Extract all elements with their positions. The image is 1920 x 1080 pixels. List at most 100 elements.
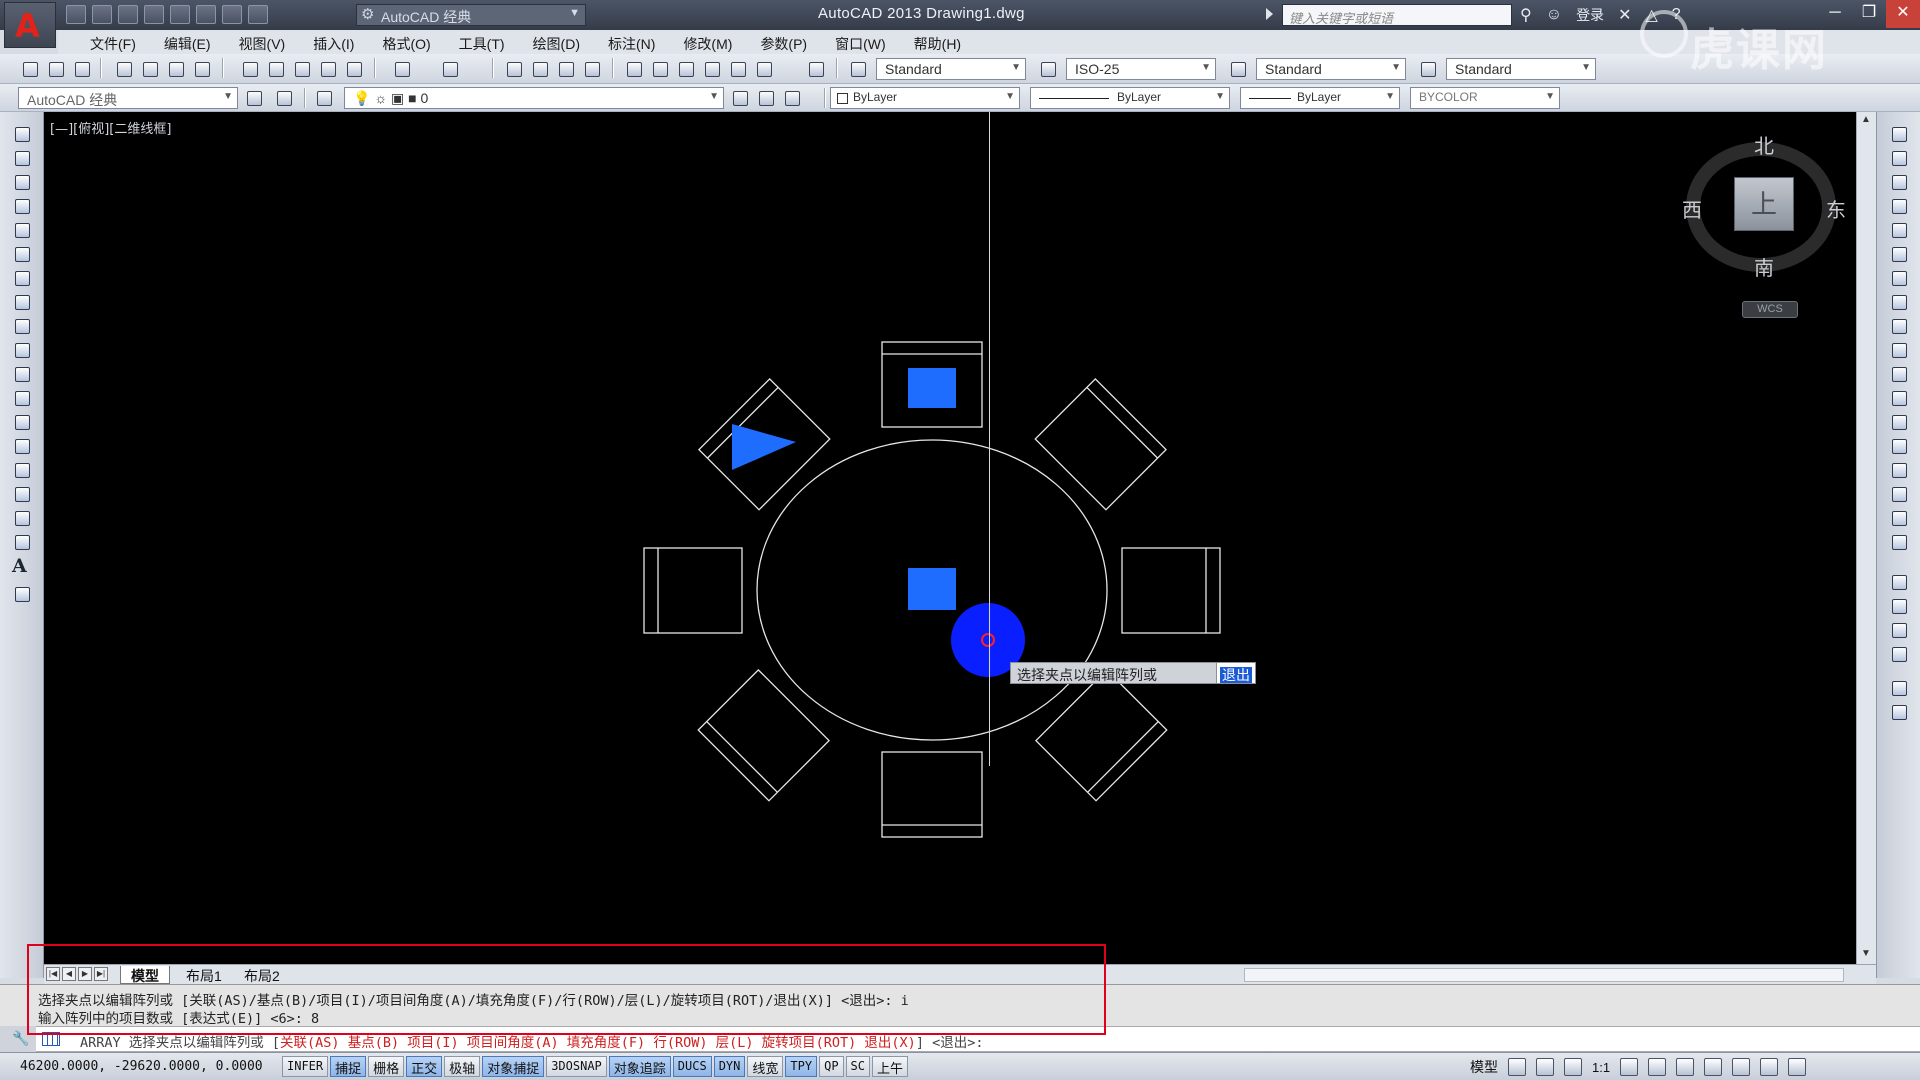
ortho-button[interactable]: 正交 [406, 1056, 443, 1077]
customize-icon[interactable]: 🔧 [12, 1030, 29, 1047]
linetype-select[interactable]: ByLayer ▼ [1030, 87, 1230, 109]
dim-style-icon[interactable] [1038, 59, 1058, 79]
3d-print-icon[interactable] [192, 59, 212, 79]
scroll-up-icon[interactable]: ▲ [1861, 114, 1871, 125]
quick-view-drawings-icon[interactable] [1536, 1058, 1554, 1076]
menu-view[interactable]: 视图(V) [225, 30, 300, 54]
explode-icon[interactable] [1889, 532, 1909, 552]
option-items[interactable]: 项目(I) [407, 1035, 458, 1051]
menu-format[interactable]: 格式(O) [368, 30, 444, 54]
extend-icon[interactable] [1889, 364, 1909, 384]
dim-style-select[interactable]: ISO-25 ▼ [1066, 58, 1216, 80]
compass-north[interactable]: 北 [1754, 130, 1774, 159]
menu-dimension[interactable]: 标注(N) [594, 30, 669, 54]
workspace-select[interactable]: ⚙ AutoCAD 经典 ▼ [356, 4, 586, 26]
dyn-button[interactable]: DYN [713, 1056, 746, 1077]
menu-help[interactable]: 帮助(H) [900, 30, 975, 54]
publish-icon[interactable] [170, 5, 190, 24]
polygon-icon[interactable] [12, 196, 32, 216]
rotate-icon[interactable] [1889, 268, 1909, 288]
qp-button[interactable]: QP [819, 1056, 844, 1077]
workspace-switch-icon[interactable] [1676, 1058, 1695, 1076]
multiline-text-icon[interactable]: A [12, 555, 27, 577]
trim-icon[interactable] [1889, 340, 1909, 360]
osnap-button[interactable]: 对象捕捉 [482, 1056, 545, 1077]
table-style-icon[interactable] [1228, 59, 1248, 79]
exit-option-field[interactable]: 退出 [1216, 662, 1256, 684]
spell-check-icon[interactable] [1889, 678, 1909, 698]
app-menu-button[interactable]: A [4, 2, 56, 48]
scroll-down-icon[interactable]: ▼ [1861, 948, 1871, 959]
color-select[interactable]: ByLayer ▼ [830, 87, 1020, 109]
table-style-select[interactable]: Standard ▼ [1256, 58, 1406, 80]
menu-edit[interactable]: 编辑(E) [150, 30, 225, 54]
compass-east[interactable]: 东 [1826, 194, 1846, 223]
block-editor-icon[interactable] [344, 59, 364, 79]
insert-block-icon[interactable] [12, 388, 32, 408]
make-block-icon[interactable] [12, 412, 32, 432]
publish-dwf-icon[interactable] [166, 59, 186, 79]
plotstyle-select[interactable]: BYCOLOR ▼ [1410, 87, 1560, 109]
drawing-canvas[interactable]: [—][俯视][二维线框] 选择夹点以编辑阵列或 退出 北 南 西 东 上 WC… [44, 112, 1856, 964]
horizontal-scrollbar[interactable] [1244, 968, 1844, 982]
workspace-combo[interactable]: AutoCAD 经典 ▼ [18, 87, 238, 109]
redo-toolbar-icon[interactable] [440, 59, 460, 79]
3dosnap-button[interactable]: 3DOSNAP [546, 1056, 607, 1077]
markup-icon[interactable] [728, 59, 748, 79]
revcloud-icon[interactable] [12, 292, 32, 312]
copy-object-icon[interactable] [1889, 148, 1909, 168]
open-file-icon[interactable] [46, 59, 66, 79]
layer-previous-icon[interactable] [756, 88, 776, 108]
command-line-input[interactable]: ARRAY 选择夹点以编辑阵列或 [关联(AS) 基点(B) 项目(I) 项目间… [36, 1026, 1920, 1052]
vertical-scrollbar[interactable]: ▲ ▼ [1856, 112, 1876, 964]
login-link[interactable]: 登录 [1576, 5, 1604, 25]
last-tab-icon[interactable]: ▶| [94, 967, 108, 981]
wcs-menu[interactable]: WCS [1742, 301, 1798, 318]
calculator-icon[interactable] [754, 59, 774, 79]
maximize-icon[interactable]: ❐ [1852, 0, 1886, 28]
move-icon[interactable] [1889, 244, 1909, 264]
chamfer-icon[interactable] [1889, 460, 1909, 480]
properties-icon[interactable] [624, 59, 644, 79]
search-input[interactable]: 键入关键字或短语 [1282, 4, 1512, 26]
first-tab-icon[interactable]: |◀ [46, 967, 60, 981]
add-selected-icon[interactable] [12, 584, 32, 604]
option-associative[interactable]: 关联(AS) [280, 1035, 340, 1051]
join-icon[interactable] [1889, 436, 1909, 456]
design-center-icon[interactable] [650, 59, 670, 79]
menu-insert[interactable]: 插入(I) [299, 30, 368, 54]
undo-toolbar-icon[interactable] [392, 59, 412, 79]
binoculars-icon[interactable]: ⚲ [1520, 5, 1532, 25]
user-icon[interactable]: ☺ [1546, 6, 1562, 24]
option-angle-between[interactable]: 项目间角度(A) [467, 1035, 559, 1051]
qnew-icon[interactable] [20, 59, 40, 79]
option-levels[interactable]: 层(L) [716, 1035, 754, 1051]
option-base-point[interactable]: 基点(B) [348, 1035, 399, 1051]
cut-icon[interactable] [240, 59, 260, 79]
quick-view-layouts-icon[interactable] [1508, 1058, 1526, 1076]
infer-button[interactable]: INFER [282, 1056, 329, 1077]
construction-line-icon[interactable] [12, 148, 32, 168]
text-style-icon[interactable] [848, 59, 868, 79]
line-icon[interactable] [12, 124, 32, 144]
tab-model[interactable]: 模型 [120, 966, 170, 984]
layer-manager-icon[interactable] [274, 88, 294, 108]
viewcube[interactable]: 北 南 西 东 上 WCS [1664, 112, 1846, 332]
ellipse-icon[interactable] [12, 340, 32, 360]
menu-parametric[interactable]: 参数(P) [746, 30, 821, 54]
clean-screen-icon[interactable] [1788, 1058, 1807, 1076]
menu-modify[interactable]: 修改(M) [669, 30, 746, 54]
prev-tab-icon[interactable]: ◀ [62, 967, 76, 981]
coordinate-readout[interactable]: 46200.0000, -29620.0000, 0.0000 [20, 1059, 263, 1074]
menu-draw[interactable]: 绘图(D) [519, 30, 594, 54]
option-exit[interactable]: 退出(X) [864, 1035, 915, 1051]
compass-west[interactable]: 西 [1682, 194, 1702, 223]
point-icon[interactable] [12, 436, 32, 456]
zoom-realtime-icon[interactable] [530, 59, 550, 79]
region-icon[interactable] [12, 508, 32, 528]
erase-icon[interactable] [1889, 124, 1909, 144]
multileader-style-icon[interactable] [1418, 59, 1438, 79]
gradient-icon[interactable] [12, 484, 32, 504]
option-rotate-items[interactable]: 旋转项目(ROT) [762, 1035, 857, 1051]
hatch-icon[interactable] [12, 460, 32, 480]
